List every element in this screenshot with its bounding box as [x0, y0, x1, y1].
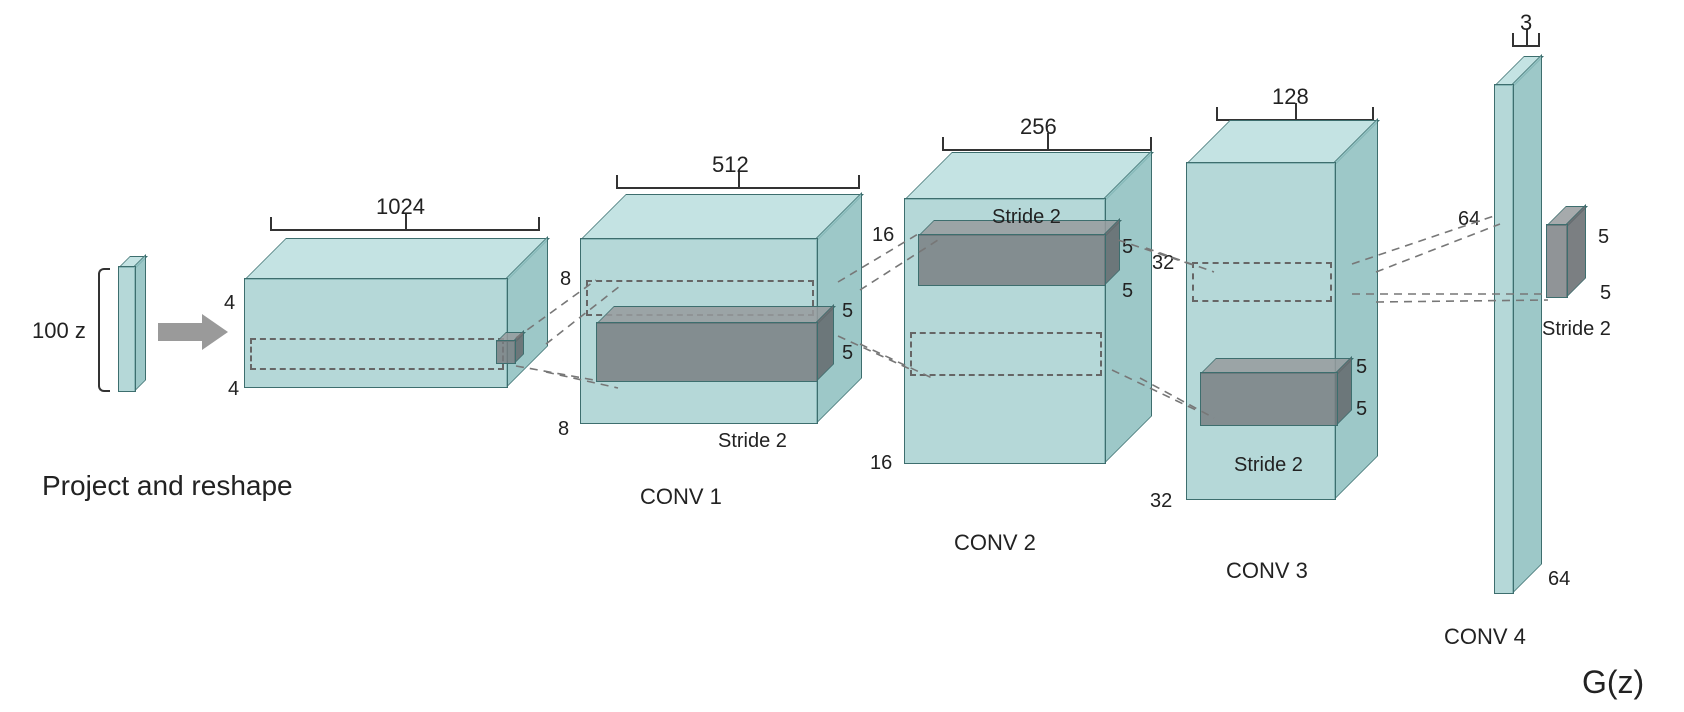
brace-l0 — [270, 222, 540, 236]
l1-h: 8 — [560, 268, 571, 291]
l2-stride: Stride 2 — [992, 206, 1061, 229]
l1-stride: Stride 2 — [718, 430, 787, 453]
l2-label: CONV 2 — [954, 530, 1036, 556]
z-brace — [98, 268, 110, 392]
l2-dashed-rf — [910, 332, 1102, 376]
brace-l1 — [616, 180, 860, 194]
output-label: G(z) — [1582, 664, 1644, 701]
l0-w: 4 — [228, 378, 239, 401]
l0-h: 4 — [224, 292, 235, 315]
l0-dashed-rf — [250, 338, 504, 370]
diagram-stage: 100 z Project and reshape 1024 4 4 512 — [0, 0, 1684, 712]
z-dim-label: 100 z — [32, 318, 86, 344]
l3-stride: Stride 2 — [1234, 454, 1303, 477]
l4-w: 64 — [1548, 568, 1570, 591]
l4-stride: Stride 2 — [1542, 318, 1611, 341]
l2-w: 16 — [870, 452, 892, 475]
l4-kw: 5 — [1600, 282, 1611, 305]
project-reshape-caption: Project and reshape — [42, 470, 293, 502]
l1-kw: 5 — [842, 342, 853, 365]
l3-kh: 5 — [1356, 356, 1367, 379]
project-arrow-icon — [158, 314, 228, 350]
l3-kw: 5 — [1356, 398, 1367, 421]
l2-channels: 256 — [1020, 114, 1057, 140]
l3-label: CONV 3 — [1226, 558, 1308, 584]
l1-kh: 5 — [842, 300, 853, 323]
l2-kw: 5 — [1122, 280, 1133, 303]
brace-l4 — [1512, 38, 1540, 52]
l4-kh: 5 — [1598, 226, 1609, 249]
l2-h: 16 — [872, 224, 894, 247]
l1-label: CONV 1 — [640, 484, 722, 510]
l3-w: 32 — [1150, 490, 1172, 513]
l3-dashed-rf — [1192, 262, 1332, 302]
l0-channels: 1024 — [376, 194, 425, 220]
l4-h: 64 — [1458, 208, 1480, 231]
l3-channels: 128 — [1272, 84, 1309, 110]
l2-kh: 5 — [1122, 236, 1133, 259]
l3-h: 32 — [1152, 252, 1174, 275]
l1-w: 8 — [558, 418, 569, 441]
l4-label: CONV 4 — [1444, 624, 1526, 650]
l4-channels: 3 — [1520, 10, 1532, 36]
l1-channels: 512 — [712, 152, 749, 178]
